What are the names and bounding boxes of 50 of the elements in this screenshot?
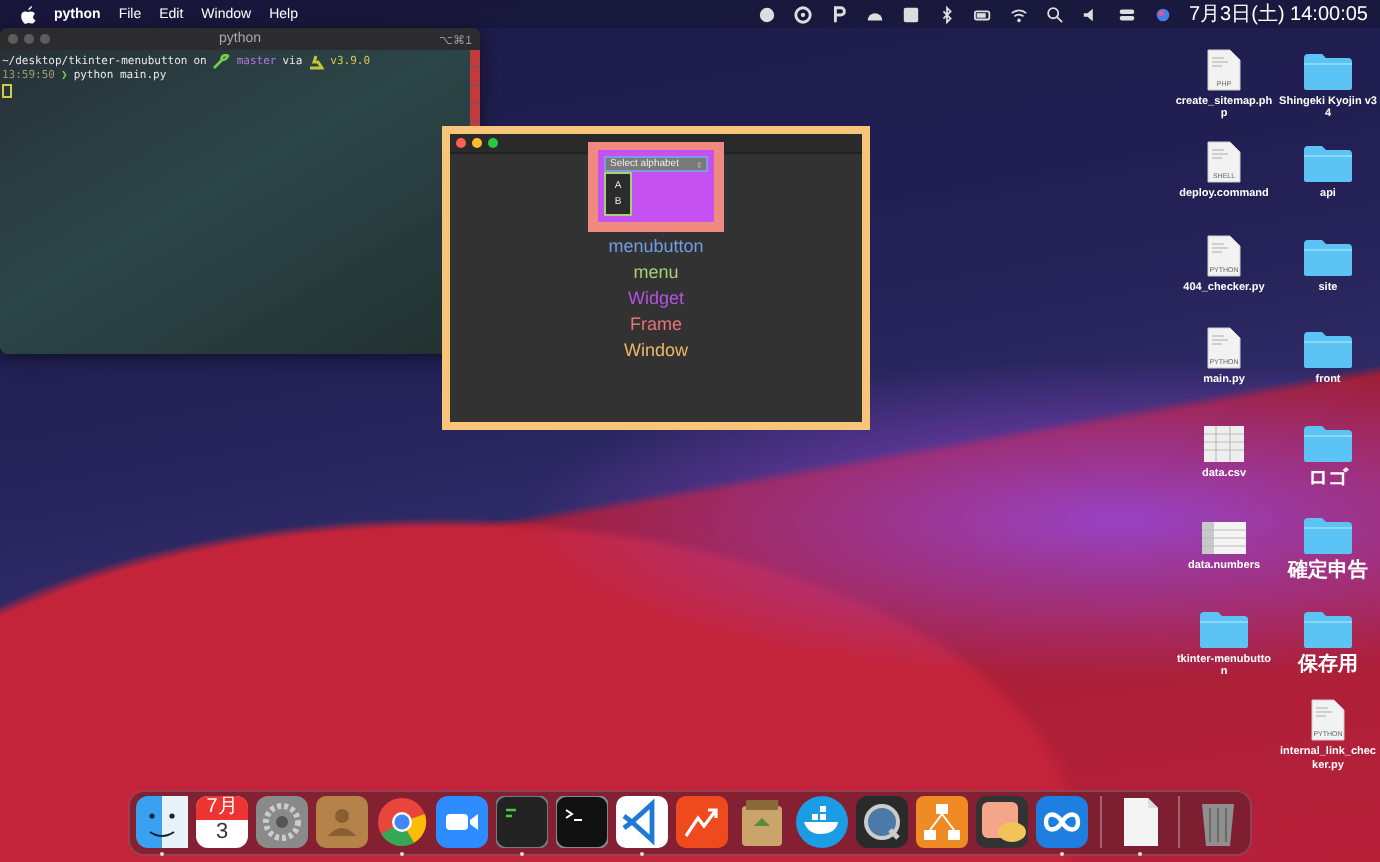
close-button[interactable] — [456, 138, 466, 148]
battery-icon — [973, 5, 991, 23]
speaker-icon — [1081, 5, 1099, 23]
folder-icon — [1198, 609, 1250, 649]
folder-icon — [1302, 330, 1354, 370]
whale-icon[interactable] — [796, 796, 848, 848]
gear-icon[interactable] — [256, 796, 308, 848]
document-icon — [1206, 140, 1242, 184]
code-editor-icon[interactable] — [616, 796, 668, 848]
bluetooth-icon — [937, 5, 955, 23]
video-camera-icon[interactable] — [436, 796, 488, 848]
flowchart-icon[interactable] — [916, 796, 968, 848]
legend-label: Frame — [629, 312, 682, 336]
file-name[interactable]: 保存用 — [1298, 653, 1358, 679]
control-center-icon — [1117, 5, 1135, 23]
folder-icon — [1302, 51, 1354, 91]
file-name[interactable]: ロゴ — [1308, 467, 1348, 493]
activity-monitor-icon[interactable] — [496, 796, 548, 848]
infinity-icon[interactable] — [1036, 796, 1088, 848]
zoom-button[interactable] — [488, 138, 498, 148]
legend-label: menu — [633, 260, 679, 284]
folder-icon — [1302, 144, 1354, 184]
folder-icon — [1302, 609, 1354, 649]
face-icon[interactable] — [136, 796, 188, 848]
folder-icon — [1302, 423, 1354, 463]
legend-label: Widget — [627, 286, 684, 310]
clock[interactable]: 7月3日(土) 14:00:05 — [1189, 0, 1368, 28]
browser-icon[interactable] — [376, 796, 428, 848]
document-icon — [1206, 326, 1242, 370]
q-lens-icon[interactable] — [856, 796, 908, 848]
legend-label: Window — [623, 338, 688, 362]
folder-icon — [1302, 516, 1354, 556]
document-icon — [1206, 233, 1242, 277]
text-cursor — [2, 84, 12, 98]
file-name[interactable]: 確定申告 — [1288, 560, 1368, 586]
document-icon — [1206, 47, 1242, 91]
calendar-icon[interactable]: 7月 3 — [196, 796, 248, 848]
legend-label: menubutton — [608, 234, 704, 258]
minimize-button[interactable] — [472, 138, 482, 148]
apple-icon — [20, 5, 36, 23]
siri-icon — [1153, 5, 1171, 23]
wifi-icon — [1009, 5, 1027, 23]
table-icon — [1200, 520, 1248, 556]
folder-icon — [1302, 237, 1354, 277]
letter-p-icon — [829, 5, 847, 23]
terminal-icon[interactable] — [556, 796, 608, 848]
document-icon — [1310, 698, 1346, 742]
spreadsheet-icon — [1202, 423, 1246, 463]
disc-icon — [793, 5, 811, 23]
search-icon — [1045, 5, 1063, 23]
